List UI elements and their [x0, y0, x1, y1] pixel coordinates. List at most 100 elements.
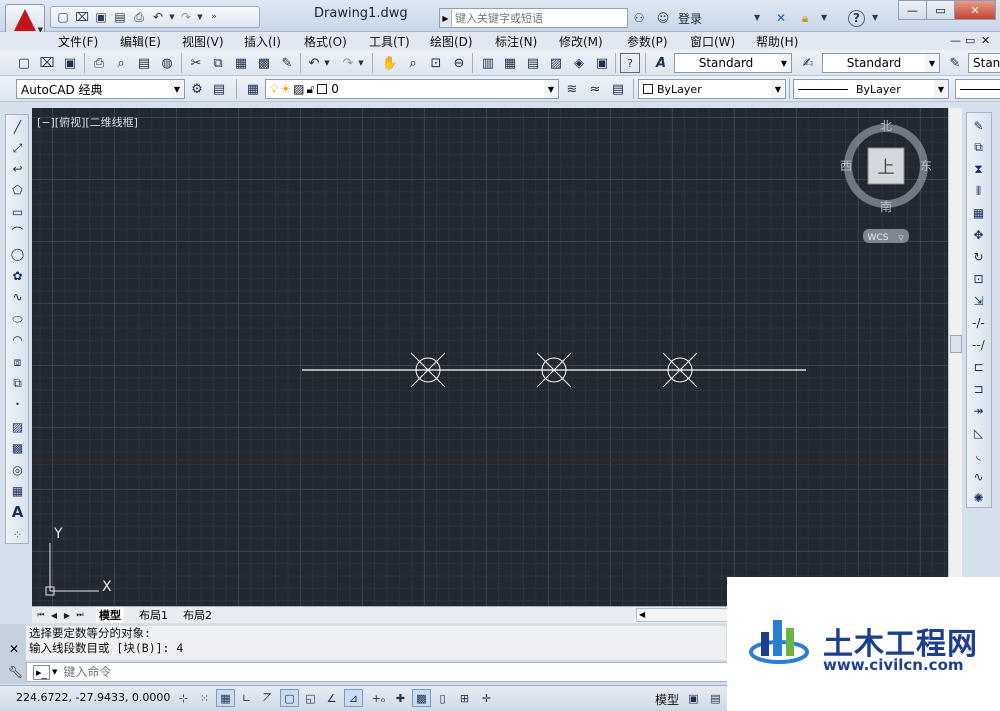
quick-view-drawings-icon[interactable]: ▤	[706, 689, 725, 707]
first-tab-icon[interactable]: ⏮	[35, 608, 47, 622]
menu-parametric[interactable]: 参数(P)	[627, 33, 668, 50]
layer-states-icon[interactable]: ▤	[608, 79, 628, 99]
move-icon[interactable]: ✥	[969, 225, 988, 244]
line-icon[interactable]: ╱	[8, 117, 27, 136]
plot-icon[interactable]: ⎙	[89, 53, 109, 73]
help-dropdown-icon[interactable]: ▼	[871, 9, 879, 27]
menu-insert[interactable]: 插入(I)	[244, 33, 281, 50]
quick-properties-icon[interactable]: ▯	[433, 689, 452, 707]
3d-print-icon[interactable]: ◍	[157, 53, 177, 73]
ellipse-icon[interactable]: ⬭	[8, 309, 27, 328]
revision-cloud-icon[interactable]: ✿	[8, 266, 27, 285]
quick-view-layouts-icon[interactable]: ▣	[684, 689, 703, 707]
tab-model[interactable]: 模型	[96, 607, 124, 623]
transparency-toggle-icon[interactable]: ▩	[412, 689, 431, 707]
arc-icon[interactable]: ⌒	[8, 223, 27, 242]
array-icon[interactable]: ▦	[969, 203, 988, 222]
paste-icon[interactable]: ▦	[231, 53, 251, 73]
open-folder-icon[interactable]: ⌧	[73, 8, 91, 26]
redo-icon[interactable]: ↷	[338, 53, 358, 73]
erase-icon[interactable]: ✎	[969, 116, 988, 135]
lineweight-select[interactable]	[955, 79, 1000, 99]
selection-cycling-icon[interactable]: ⊞	[455, 689, 474, 707]
linetype-select[interactable]: ByLayer ▼	[793, 79, 949, 99]
quickcalc-icon[interactable]: ▣	[592, 53, 612, 73]
chamfer-icon[interactable]: ◺	[969, 423, 988, 442]
copy-object-icon[interactable]: ⧉	[969, 137, 988, 156]
customize-command-line-icon[interactable]: 🔧︎	[8, 665, 23, 679]
menu-file[interactable]: 文件(F)	[58, 33, 98, 50]
compass-west-label[interactable]: 西	[840, 159, 852, 173]
polar-tracking-icon[interactable]: ⦢	[258, 689, 277, 707]
coordinates-readout[interactable]: 224.6722, -27.9433, 0.0000	[16, 691, 170, 704]
break-icon[interactable]: ⊐	[969, 379, 988, 398]
mirror-icon[interactable]: ⧗	[969, 159, 988, 178]
text-style-select[interactable]: Standard ▼	[674, 53, 792, 73]
workspace-settings-icon[interactable]: ⚙	[187, 79, 207, 99]
compass-east-label[interactable]: 东	[920, 159, 932, 173]
save-icon[interactable]: ▣	[92, 8, 110, 26]
copy-icon[interactable]: ⧉	[208, 53, 228, 73]
stretch-icon[interactable]: ⇲	[969, 291, 988, 310]
subscription-dropdown-icon[interactable]: ▼	[820, 9, 828, 27]
dynamic-input-icon[interactable]: +ₒ	[369, 689, 388, 707]
prev-tab-icon[interactable]: ◀	[48, 608, 60, 622]
scroll-left-icon[interactable]: ◀	[639, 610, 645, 619]
properties-icon[interactable]: ▥	[478, 53, 498, 73]
tab-layout1[interactable]: 布局1	[136, 607, 171, 623]
save-as-icon[interactable]: ▤	[111, 8, 129, 26]
redo-icon[interactable]: ↷	[177, 8, 195, 26]
rotate-icon[interactable]: ↻	[969, 247, 988, 266]
model-space-toggle[interactable]: 模型	[655, 691, 679, 708]
dim-style-select[interactable]: Standard ▼	[822, 53, 940, 73]
new-file-icon[interactable]: ▢	[54, 8, 72, 26]
open-icon[interactable]: ⌧	[37, 53, 57, 73]
doc-close-button[interactable]: ✕	[981, 34, 990, 47]
help-icon[interactable]: ?	[620, 53, 640, 73]
snap-mode-icon[interactable]: ⁙	[195, 689, 214, 707]
help-icon[interactable]: ?	[848, 9, 866, 27]
offset-icon[interactable]: ⫴	[969, 181, 988, 200]
text-style-icon[interactable]: A	[651, 53, 671, 73]
infer-constraints-icon[interactable]: ⊹	[174, 689, 193, 707]
subscription-lock-icon[interactable]: 🔒︎	[796, 9, 814, 27]
make-current-layer-icon[interactable]: ≋	[562, 79, 582, 99]
color-select[interactable]: ByLayer ▼	[638, 79, 786, 99]
menu-window[interactable]: 窗口(W)	[690, 33, 735, 50]
close-command-line-icon[interactable]: ✕	[9, 642, 19, 656]
undo-dropdown-icon[interactable]: ▼	[322, 53, 332, 73]
binoculars-icon[interactable]: ⚇	[630, 9, 648, 27]
extend-icon[interactable]: --/	[969, 335, 988, 354]
trim-icon[interactable]: -/-	[969, 313, 988, 332]
divide-point-marker[interactable]	[410, 352, 446, 388]
table-icon[interactable]: ▦	[8, 481, 27, 500]
spline-icon[interactable]: ∿	[8, 287, 27, 306]
region-icon[interactable]: ◎	[8, 460, 27, 479]
ellipse-arc-icon[interactable]: ◠	[8, 330, 27, 349]
annotation-monitor-icon[interactable]: ✛	[477, 689, 496, 707]
print-icon[interactable]: ⎙	[130, 8, 148, 26]
command-line-handle[interactable]: ✕ 🔧︎	[0, 624, 26, 684]
divide-point-marker[interactable]	[662, 352, 698, 388]
plot-preview-icon[interactable]: ⌕	[111, 53, 131, 73]
table-style-icon[interactable]: ✎	[945, 53, 965, 73]
zoom-realtime-icon[interactable]: ⌕	[403, 53, 423, 73]
undo-icon[interactable]: ↶	[304, 53, 324, 73]
fillet-icon[interactable]: ◟	[969, 445, 988, 464]
lineweight-toggle-icon[interactable]: ✚	[391, 689, 410, 707]
drawing-canvas[interactable]: [−][俯视][二维线框] Y X 上 北 南 东 西 WCS ▽	[32, 108, 948, 606]
zoom-window-icon[interactable]: ⊡	[426, 53, 446, 73]
polyline-icon[interactable]: ↩	[8, 159, 27, 178]
menu-help[interactable]: 帮助(H)	[756, 33, 798, 50]
new-icon[interactable]: ▢	[14, 53, 34, 73]
command-prompt-icon[interactable]: ▸_	[33, 664, 51, 680]
minimize-button[interactable]: —	[898, 0, 927, 20]
scale-icon[interactable]: ⊡	[969, 269, 988, 288]
object-snap-icon[interactable]: ▢	[280, 689, 299, 707]
object-snap-tracking-icon[interactable]: ∠	[322, 689, 341, 707]
allow-dynamic-ucs-icon[interactable]: ⊿	[344, 689, 363, 707]
restore-button[interactable]: ▭	[926, 0, 955, 20]
doc-restore-button[interactable]: ▭	[965, 34, 975, 47]
search-input[interactable]	[452, 11, 622, 25]
vertical-scrollbar[interactable]	[948, 108, 962, 606]
